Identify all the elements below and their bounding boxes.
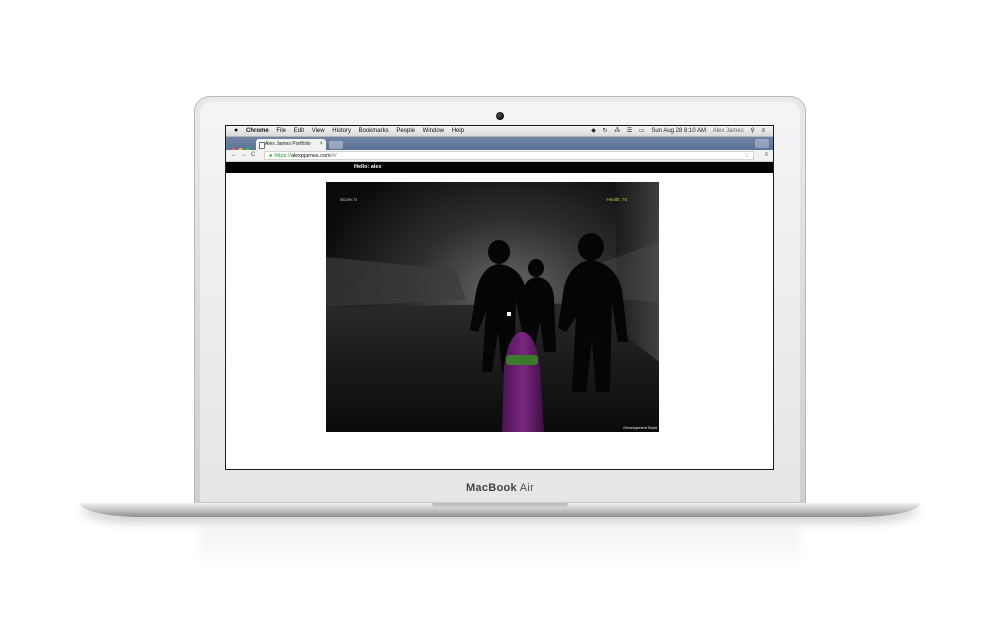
menu-help[interactable]: Help	[452, 128, 464, 134]
back-icon[interactable]: ←	[231, 152, 237, 158]
greeting-bar: Hello: alex	[226, 162, 773, 173]
url-path: /#/	[330, 153, 337, 159]
tab-strip: Alex James Portfolio ×	[226, 137, 773, 153]
bluetooth-icon[interactable]: ⁂	[614, 128, 620, 134]
mac-menubar: ● Chrome File Edit View History Bookmark…	[226, 126, 773, 137]
web-page: Hello: alex Score: 0 Health: 70 Developm…	[226, 162, 773, 459]
lock-icon: ●	[269, 153, 273, 159]
dev-build-label: Development Build	[623, 425, 657, 430]
new-tab-button[interactable]	[329, 141, 343, 149]
menu-window[interactable]: Window	[423, 128, 444, 134]
apple-menu-icon[interactable]: ●	[234, 126, 238, 136]
crosshair	[507, 312, 511, 316]
url-scheme: https://	[274, 153, 291, 159]
menubar-status: ◆ ↻ ⁂ ☰ ▭ Sun Aug 28 8:10 AM Alex James …	[586, 126, 765, 136]
user-name[interactable]: Alex James	[713, 128, 744, 134]
browser-tab[interactable]: Alex James Portfolio ×	[256, 139, 326, 150]
game-canvas[interactable]: Score: 0 Health: 70 Development Build	[326, 182, 659, 432]
brand-sub: Air	[519, 482, 535, 494]
menu-view[interactable]: View	[312, 128, 325, 134]
menu-app-name[interactable]: Chrome	[246, 128, 269, 134]
notification-center-icon[interactable]: ≡	[761, 128, 765, 134]
tab-close-icon[interactable]: ×	[319, 139, 323, 150]
bookmark-star-icon[interactable]: ☆	[744, 152, 749, 160]
weapon-grip	[506, 355, 538, 365]
menu-edit[interactable]: Edit	[294, 128, 304, 134]
menu-file[interactable]: File	[276, 128, 286, 134]
device-brand: MacBook Air	[0, 482, 1000, 494]
greeting-text: Hello: alex	[354, 164, 382, 170]
camera	[496, 112, 504, 120]
menu-bookmarks[interactable]: Bookmarks	[359, 128, 389, 134]
brand-main: MacBook	[465, 482, 517, 494]
time-machine-icon[interactable]: ↻	[603, 128, 608, 134]
laptop-screen: ● Chrome File Edit View History Bookmark…	[226, 126, 773, 469]
score-label: Score: 0	[340, 197, 357, 202]
nav-buttons: ← → C	[231, 150, 259, 161]
game-scene	[326, 182, 659, 432]
forward-icon[interactable]: →	[241, 152, 247, 158]
battery-icon[interactable]: ▭	[639, 128, 645, 134]
base-notch	[432, 503, 568, 509]
chrome-menu-icon[interactable]: ≡	[764, 150, 768, 161]
reload-icon[interactable]: C	[251, 152, 255, 158]
browser-toolbar: ← → C ● https://alexpjames.com/#/ ☆ ≡	[226, 150, 773, 162]
profile-button[interactable]	[755, 139, 769, 148]
url-host: alexpjames.com	[290, 153, 331, 159]
menu-items: Chrome File Edit View History Bookmarks …	[246, 126, 470, 136]
tab-title: Alex James Portfolio	[265, 141, 311, 147]
menu-people[interactable]: People	[396, 128, 415, 134]
address-bar[interactable]: ● https://alexpjames.com/#/ ☆	[264, 151, 754, 160]
extras-icon[interactable]: ◆	[591, 128, 596, 134]
menu-history[interactable]: History	[332, 128, 351, 134]
page-favicon-icon	[259, 142, 265, 149]
reflection	[200, 528, 800, 568]
health-label: Health: 70	[606, 197, 627, 202]
clock[interactable]: Sun Aug 28 8:10 AM	[651, 128, 706, 134]
spotlight-icon[interactable]: ⚲	[750, 128, 754, 134]
wifi-icon[interactable]: ☰	[627, 128, 632, 134]
